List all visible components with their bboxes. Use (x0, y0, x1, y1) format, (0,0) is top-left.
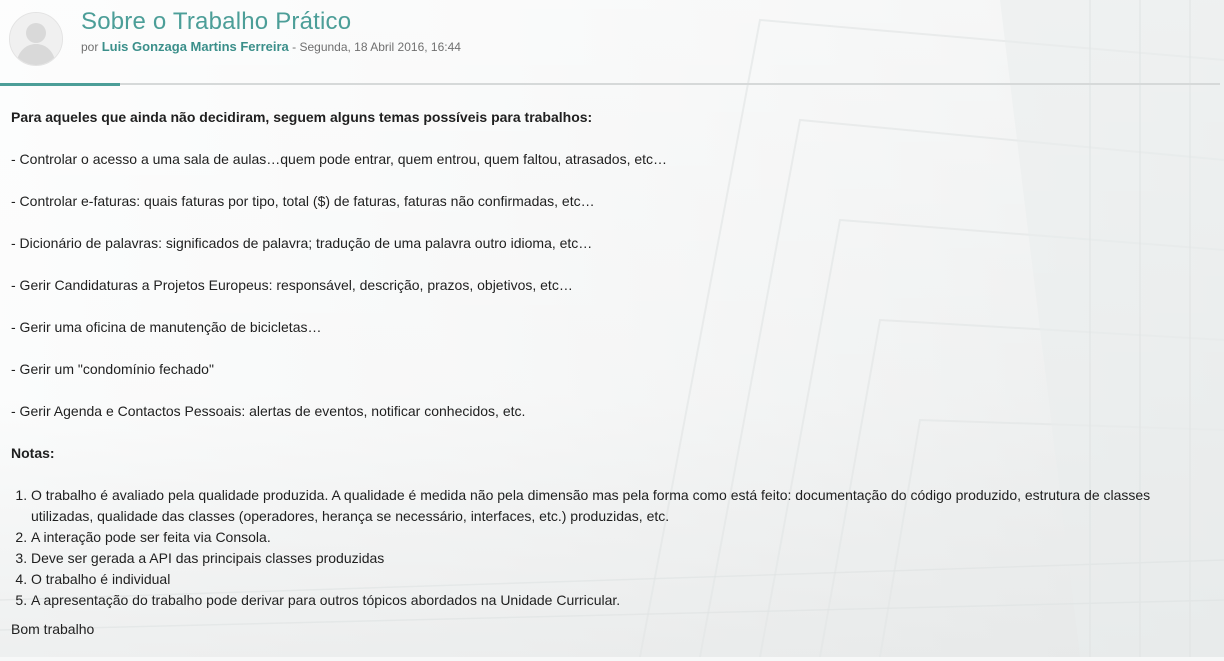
theme-item: - Gerir uma oficina de manutenção de bic… (11, 319, 322, 335)
theme-item: - Controlar e-faturas: quais faturas por… (11, 193, 595, 209)
theme-item: - Gerir Candidaturas a Projetos Europeus… (11, 277, 573, 293)
closing-text: Bom trabalho (11, 621, 95, 637)
note-item: O trabalho é individual (31, 569, 1216, 590)
post-header: Sobre o Trabalho Prático por Luis Gonzag… (0, 0, 1224, 84)
user-avatar-icon[interactable] (9, 12, 63, 66)
post-date: - Segunda, 18 Abril 2016, 16:44 (292, 40, 461, 54)
by-prefix: por (81, 40, 99, 54)
note-item: A interação pode ser feita via Consola. (31, 527, 1216, 548)
theme-item: - Gerir um "condomínio fechado" (11, 361, 214, 377)
forum-post: Sobre o Trabalho Prático por Luis Gonzag… (0, 0, 1224, 657)
theme-item: - Controlar o acesso a uma sala de aulas… (11, 151, 668, 167)
user-silhouette-icon (10, 13, 62, 65)
theme-item: - Gerir Agenda e Contactos Pessoais: ale… (11, 403, 526, 419)
post-title: Sobre o Trabalho Prático (81, 8, 352, 35)
notes-heading: Notas: (11, 445, 55, 461)
note-item: A apresentação do trabalho pode derivar … (31, 590, 1216, 611)
theme-item: - Dicionário de palavras: significados d… (11, 235, 593, 251)
header-divider (0, 83, 1220, 86)
post-byline: por Luis Gonzaga Martins Ferreira - Segu… (81, 39, 461, 55)
notes-list: O trabalho é avaliado pela qualidade pro… (11, 485, 1216, 611)
author-link[interactable]: Luis Gonzaga Martins Ferreira (102, 39, 289, 54)
divider-accent (0, 83, 120, 86)
note-item: Deve ser gerada a API das principais cla… (31, 548, 1216, 569)
intro-text: Para aqueles que ainda não decidiram, se… (11, 109, 593, 125)
post-content: Para aqueles que ainda não decidiram, se… (11, 107, 1216, 661)
note-item: O trabalho é avaliado pela qualidade pro… (31, 485, 1216, 527)
